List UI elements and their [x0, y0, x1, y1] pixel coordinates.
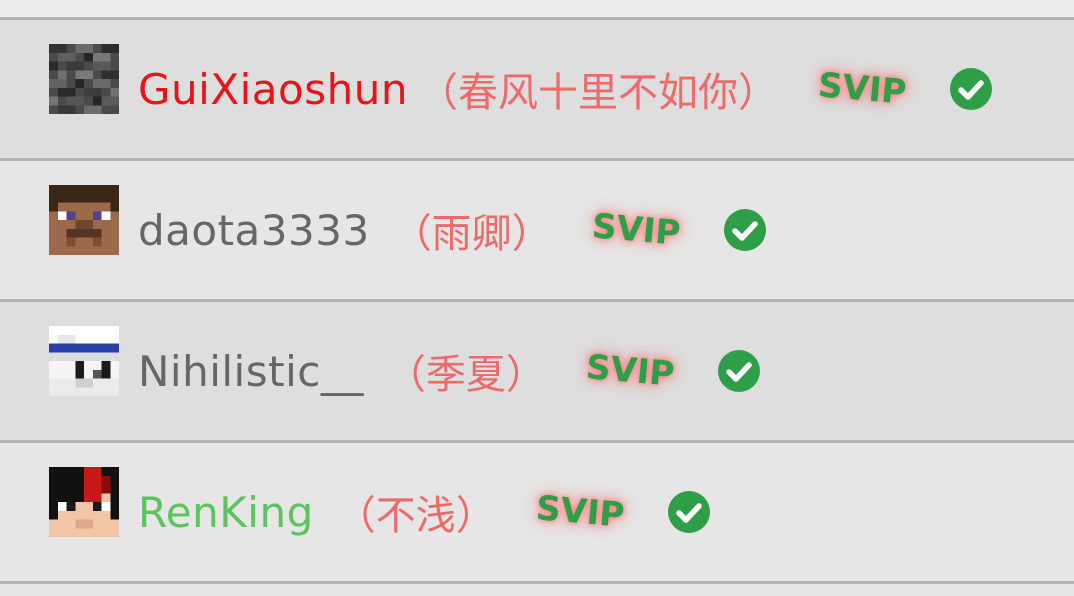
- username[interactable]: Nihilistic__: [138, 347, 364, 396]
- check-circle-icon: [668, 491, 711, 533]
- user-name-line: RenKing （不浅） SVIP: [138, 483, 711, 541]
- check-circle-icon: [718, 350, 761, 392]
- nickname: （季夏）: [385, 352, 546, 398]
- user-row-nihilistic[interactable]: Nihilistic__ （季夏） SVIP: [0, 302, 1074, 440]
- nickname: （春风十里不如你）: [417, 70, 778, 116]
- user-name-line: Nihilistic__ （季夏） SVIP: [138, 342, 761, 400]
- stone-block-avatar-icon: [49, 44, 119, 114]
- user-row-daota3333[interactable]: daota3333 （雨卿） SVIP: [0, 161, 1074, 299]
- white-headband-avatar-icon: [49, 326, 119, 396]
- user-row-renking[interactable]: RenKing （不浅） SVIP: [0, 443, 1074, 581]
- svip-badge: SVIP: [816, 65, 908, 113]
- divider: [0, 581, 1074, 584]
- user-name-line: GuiXiaoshun （春风十里不如你） SVIP: [138, 60, 993, 118]
- nickname: （不浅）: [335, 493, 496, 539]
- username[interactable]: GuiXiaoshun: [138, 65, 408, 114]
- svip-badge: SVIP: [590, 206, 682, 254]
- check-circle-icon: [950, 68, 993, 110]
- username[interactable]: RenKing: [138, 488, 314, 537]
- check-circle-icon: [724, 209, 767, 251]
- steve-face-avatar-icon: [49, 185, 119, 255]
- nickname: （雨卿）: [391, 211, 552, 257]
- username[interactable]: daota3333: [138, 206, 370, 255]
- user-row-guixiaoshun[interactable]: GuiXiaoshun （春风十里不如你） SVIP: [0, 20, 1074, 158]
- red-black-hair-avatar-icon: [49, 467, 119, 537]
- svip-badge: SVIP: [584, 347, 676, 395]
- user-list-screen: GuiXiaoshun （春风十里不如你） SVIP daota3333 （雨卿…: [0, 0, 1074, 596]
- top-strip: [0, 0, 1074, 17]
- svip-badge: SVIP: [534, 488, 626, 536]
- user-name-line: daota3333 （雨卿） SVIP: [138, 201, 767, 259]
